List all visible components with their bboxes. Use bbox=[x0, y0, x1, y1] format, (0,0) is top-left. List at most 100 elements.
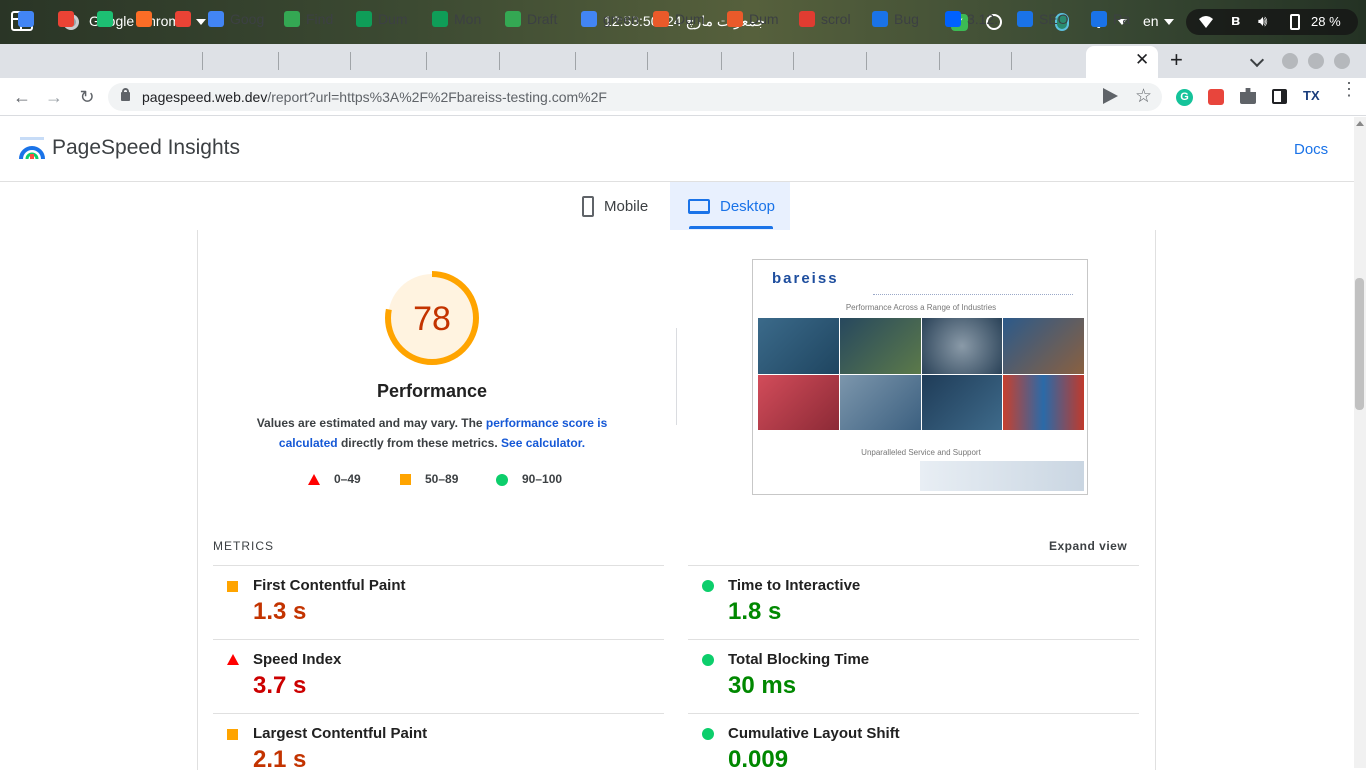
page-title[interactable]: PageSpeed Insights bbox=[52, 136, 240, 160]
send-icon[interactable] bbox=[1103, 88, 1118, 104]
google-translate-icon bbox=[18, 11, 34, 27]
browser-tab[interactable]: 3.12. bbox=[945, 4, 1009, 34]
google-sheets-icon bbox=[432, 11, 448, 27]
forward-button[interactable]: → bbox=[43, 86, 65, 108]
browser-tab[interactable]: SEO bbox=[1017, 4, 1081, 34]
browser-tab[interactable] bbox=[97, 4, 119, 34]
thumb-machine-image bbox=[920, 461, 1084, 491]
phone-icon bbox=[582, 195, 594, 217]
fiverr-icon bbox=[97, 11, 113, 27]
url-text[interactable]: pagespeed.web.dev/report?url=https%3A%2F… bbox=[142, 89, 607, 105]
close-window-button[interactable] bbox=[1334, 53, 1350, 69]
browser-tab[interactable]: Dum bbox=[356, 4, 420, 34]
see-calculator-link[interactable]: See calculator. bbox=[501, 436, 585, 450]
score-note-middle: directly from these metrics. bbox=[337, 436, 502, 450]
scroll-up-arrow-icon[interactable] bbox=[1356, 121, 1364, 126]
tab-separator bbox=[202, 52, 203, 70]
asterisk-icon bbox=[799, 11, 815, 27]
bluetooth-icon: ʙ bbox=[1231, 12, 1241, 29]
new-tab-button[interactable]: + bbox=[1170, 47, 1183, 73]
language-indicator[interactable]: en bbox=[1143, 13, 1159, 29]
metric-average-icon bbox=[227, 581, 238, 592]
battery-percent: 28 % bbox=[1311, 14, 1341, 29]
tab-strip bbox=[0, 44, 1366, 78]
pagespeed-logo-icon[interactable] bbox=[18, 136, 46, 162]
tab-separator bbox=[350, 52, 351, 70]
browser-tab-label: green bbox=[603, 11, 639, 27]
tab-desktop-underline bbox=[689, 226, 773, 229]
draft-icon bbox=[505, 11, 521, 27]
tab-active[interactable]: Pa bbox=[1091, 4, 1131, 34]
browser-tab[interactable]: Dum bbox=[727, 4, 791, 34]
tab-separator bbox=[575, 52, 576, 70]
language-caret-icon[interactable] bbox=[1164, 19, 1174, 25]
browser-tab[interactable] bbox=[18, 4, 40, 34]
browser-tab[interactable] bbox=[58, 4, 80, 34]
thumb-tile-aerospace bbox=[1003, 318, 1084, 374]
thumb-tile-automotive bbox=[758, 318, 839, 374]
final-screenshot[interactable]: bareiss Performance Across a Range of In… bbox=[752, 259, 1088, 495]
side-panel-icon[interactable] bbox=[1272, 89, 1287, 104]
page-scrollbar[interactable] bbox=[1354, 117, 1366, 768]
browser-tab[interactable]: green bbox=[581, 4, 645, 34]
minimize-button[interactable] bbox=[1282, 53, 1298, 69]
browser-tab-label: scrol bbox=[821, 11, 851, 27]
metrics-divider bbox=[688, 713, 1139, 714]
metric-poor-icon bbox=[227, 654, 239, 665]
metric-cls-name: Cumulative Layout Shift bbox=[728, 725, 900, 742]
expand-view-button[interactable]: Expand view bbox=[1049, 539, 1127, 553]
browser-tab-label: Goog bbox=[230, 11, 265, 27]
browser-tab[interactable]: Dum bbox=[653, 4, 717, 34]
docs-link[interactable]: Docs bbox=[1294, 141, 1328, 158]
browser-tab[interactable]: scrol bbox=[799, 4, 863, 34]
close-tab-icon[interactable]: ✕ bbox=[1135, 50, 1149, 70]
tab-separator bbox=[426, 52, 427, 70]
metric-tbt-name: Total Blocking Time bbox=[728, 651, 870, 668]
tab-separator bbox=[1011, 52, 1012, 70]
gmail-icon bbox=[58, 11, 74, 27]
back-button[interactable]: ← bbox=[11, 86, 33, 108]
metric-si-value: 3.7 s bbox=[253, 672, 307, 699]
page-scrollbar-thumb[interactable] bbox=[1355, 278, 1364, 410]
tab-mobile[interactable]: Mobile bbox=[575, 182, 670, 230]
gitlab-icon bbox=[136, 11, 152, 27]
browser-tab[interactable]: Draft bbox=[505, 4, 569, 34]
browser-tab[interactable]: Goog bbox=[208, 4, 272, 34]
vertical-divider bbox=[676, 328, 677, 425]
legend-poor-label: 0–49 bbox=[334, 472, 361, 486]
tab-desktop[interactable]: Desktop bbox=[670, 182, 790, 230]
reload-button[interactable]: ↻ bbox=[76, 86, 98, 108]
browser-tab[interactable]: Mon bbox=[432, 4, 496, 34]
browser-tab-label: Dum bbox=[749, 11, 779, 27]
grammarly-icon[interactable]: G bbox=[1176, 89, 1193, 106]
app-menu-caret-icon[interactable] bbox=[196, 19, 206, 25]
thumb-grid bbox=[758, 318, 1084, 430]
record-icon bbox=[653, 11, 669, 27]
thumb-tile-paper bbox=[758, 374, 839, 430]
browser-tab[interactable] bbox=[136, 4, 158, 34]
bookmark-star-icon[interactable]: ☆ bbox=[1135, 85, 1152, 108]
browser-tab[interactable]: Bug bbox=[872, 4, 936, 34]
tab-separator bbox=[647, 52, 648, 70]
browser-tab[interactable] bbox=[175, 4, 197, 34]
legend-poor-icon bbox=[308, 474, 320, 485]
browser-tab-label: Draft bbox=[527, 11, 558, 27]
browser-tab[interactable]: Find bbox=[284, 4, 348, 34]
metrics-divider bbox=[213, 713, 664, 714]
legend-good-label: 90–100 bbox=[522, 472, 563, 486]
tx-extension-icon[interactable]: TX bbox=[1303, 88, 1320, 103]
extension-red-icon[interactable] bbox=[1208, 89, 1224, 105]
metric-lcp-value: 2.1 s bbox=[253, 746, 307, 773]
battery-icon bbox=[1290, 14, 1300, 30]
gmail-icon bbox=[175, 11, 191, 27]
tab-separator bbox=[499, 52, 500, 70]
volume-icon: 🔊︎ bbox=[1258, 13, 1268, 30]
chrome-menu-icon[interactable]: ⋮ bbox=[1340, 80, 1358, 98]
metric-good-icon bbox=[702, 728, 714, 740]
maximize-button[interactable] bbox=[1308, 53, 1324, 69]
google-calendar-icon bbox=[208, 11, 224, 27]
google-icon bbox=[581, 11, 597, 27]
status-menu[interactable]: ʙ 🔊︎ 28 % bbox=[1186, 9, 1358, 35]
metric-cls-value: 0.009 bbox=[728, 746, 789, 773]
score-title: Performance bbox=[376, 381, 488, 401]
